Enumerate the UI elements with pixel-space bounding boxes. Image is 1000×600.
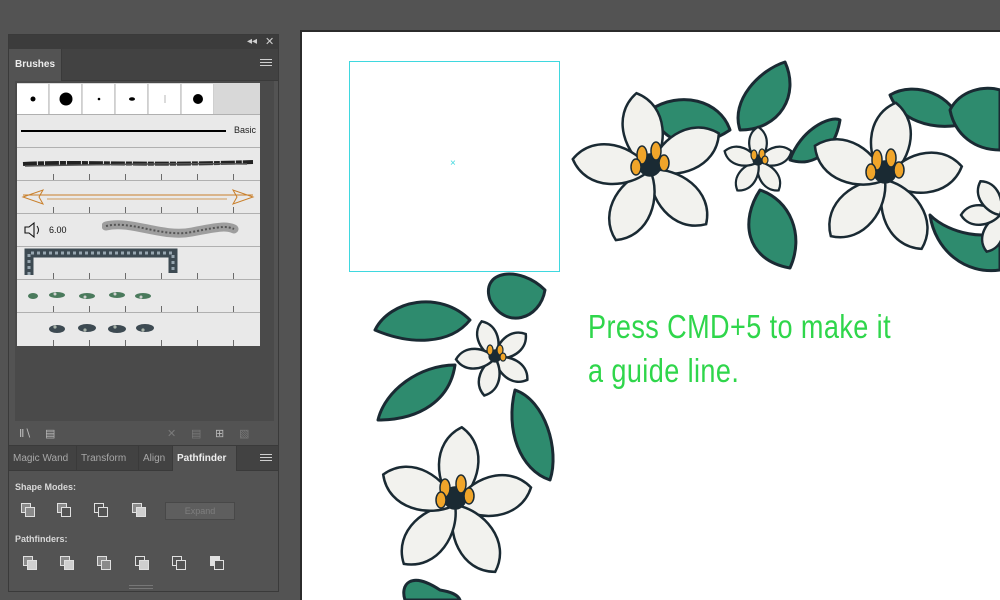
instruction-line-1: Press CMD+5 to make it: [588, 308, 892, 345]
instruction-text: Press CMD+5 to make it a guide line.: [588, 305, 891, 393]
instruction-line-2: a guide line.: [588, 352, 740, 389]
guide-center-marker: ×: [450, 158, 456, 169]
app-window: ◂◂ ✕ Brushes Basic 6.00 Ⅱ∖ ▤ ✕ ▤ ⊞ ▧ Mag…: [0, 0, 1000, 600]
